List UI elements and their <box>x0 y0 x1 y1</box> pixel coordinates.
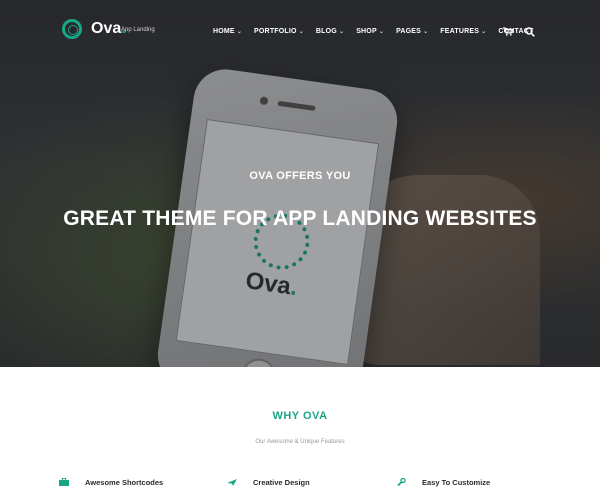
top-nav: Ova. App Landing HOME ⌄ PORTFOLIO ⌄ BLOG ⌄ … <box>0 0 600 62</box>
logo-tagline: App Landing <box>121 27 155 33</box>
chevron-down-icon: ⌄ <box>481 29 487 35</box>
feature-item: Easy To Customize <box>396 477 490 487</box>
chevron-down-icon: ⌄ <box>338 29 345 35</box>
section-title: WHY OVA <box>272 410 328 422</box>
nav-item-home[interactable]: HOME ⌄ <box>213 28 242 35</box>
search-icon[interactable] <box>525 27 535 37</box>
logo-icon[interactable] <box>62 19 82 39</box>
nav-item-pages[interactable]: PAGES ⌄ <box>396 28 428 35</box>
hero-title: GREAT THEME FOR APP LANDING WEBSITES <box>63 207 537 230</box>
feature-item: Creative Design <box>227 477 310 487</box>
feature-label: Awesome Shortcodes <box>85 477 164 487</box>
feature-item: Awesome Shortcodes <box>59 477 163 487</box>
nav-item-blog[interactable]: BLOG ⌄ <box>316 28 344 35</box>
nav-item-features[interactable]: FEATURES ⌄ <box>440 28 486 35</box>
hero-kicker: OVA OFFERS YOU <box>249 170 351 182</box>
nav-item-portfolio[interactable]: PORTFOLIO ⌄ <box>254 28 304 35</box>
nav-item-shop[interactable]: SHOP ⌄ <box>356 28 384 35</box>
feature-label: Easy To Customize <box>422 477 491 487</box>
chevron-down-icon: ⌄ <box>423 29 429 35</box>
feature-label: Creative Design <box>253 477 310 487</box>
main-menu: HOME ⌄ PORTFOLIO ⌄ BLOG ⌄ SHOP ⌄ PAGES ⌄ FEAT… <box>213 28 545 35</box>
chevron-down-icon: ⌄ <box>236 29 243 35</box>
chevron-down-icon: ⌄ <box>298 29 304 35</box>
section-subtitle: Our Awesome & Unique Features <box>255 439 345 445</box>
chevron-down-icon: ⌄ <box>378 29 385 35</box>
cart-icon[interactable] <box>503 27 513 36</box>
